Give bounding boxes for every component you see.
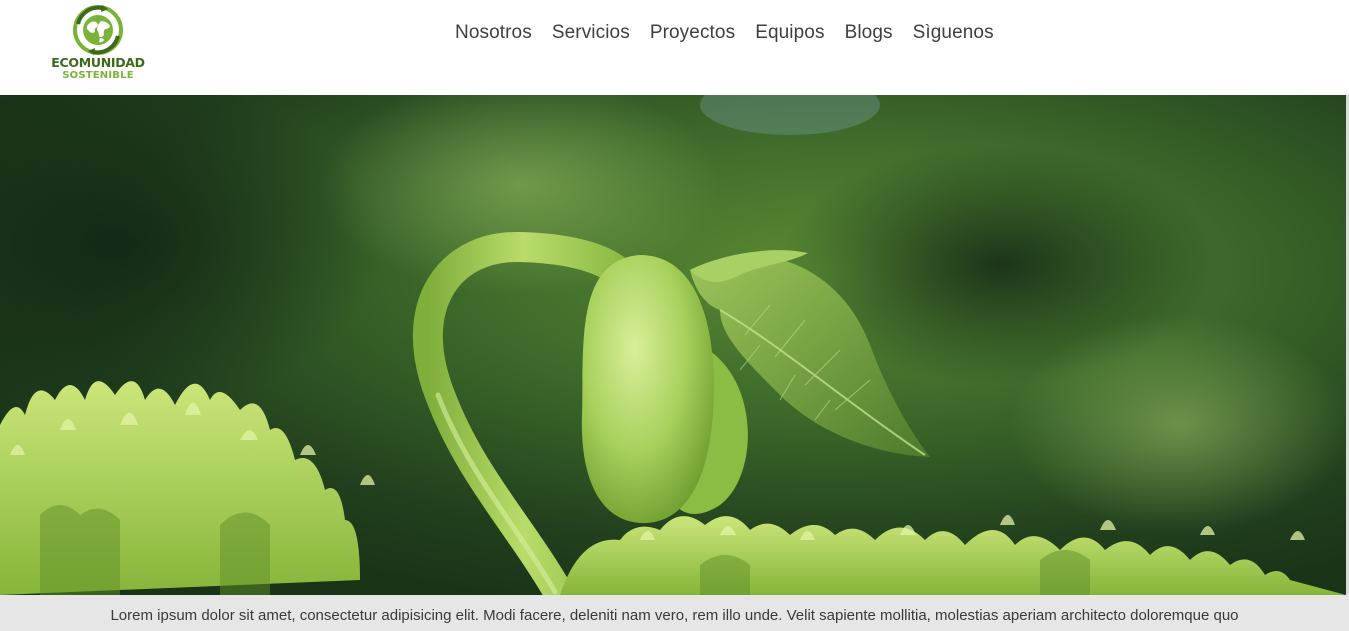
intro-text: Lorem ipsum dolor sit amet, consectetur … [110, 607, 1239, 624]
page: ECOMUNIDAD SOSTENIBLE Nosotros Servicios… [0, 0, 1349, 631]
hero-banner [0, 95, 1346, 595]
nav-item-servicios[interactable]: Servicios [542, 21, 640, 45]
nav-item-blogs[interactable]: Blogs [835, 21, 903, 45]
nav-item-equipos[interactable]: Equipos [745, 21, 834, 45]
logo-text-primary: ECOMUNIDAD [51, 55, 145, 70]
main-nav: Nosotros Servicios Proyectos Equipos Blo… [445, 21, 1004, 45]
site-logo[interactable]: ECOMUNIDAD SOSTENIBLE [48, 4, 148, 86]
globe-recycle-icon [73, 5, 123, 55]
nav-item-siguenos[interactable]: Sìguenos [903, 21, 1004, 45]
site-header: ECOMUNIDAD SOSTENIBLE Nosotros Servicios… [0, 0, 1349, 95]
sprouting-seedling-photo [0, 95, 1346, 595]
logo-text-secondary: SOSTENIBLE [62, 70, 134, 81]
nav-item-nosotros[interactable]: Nosotros [445, 21, 542, 45]
nav-item-proyectos[interactable]: Proyectos [640, 21, 745, 45]
intro-section: Lorem ipsum dolor sit amet, consectetur … [0, 595, 1349, 631]
